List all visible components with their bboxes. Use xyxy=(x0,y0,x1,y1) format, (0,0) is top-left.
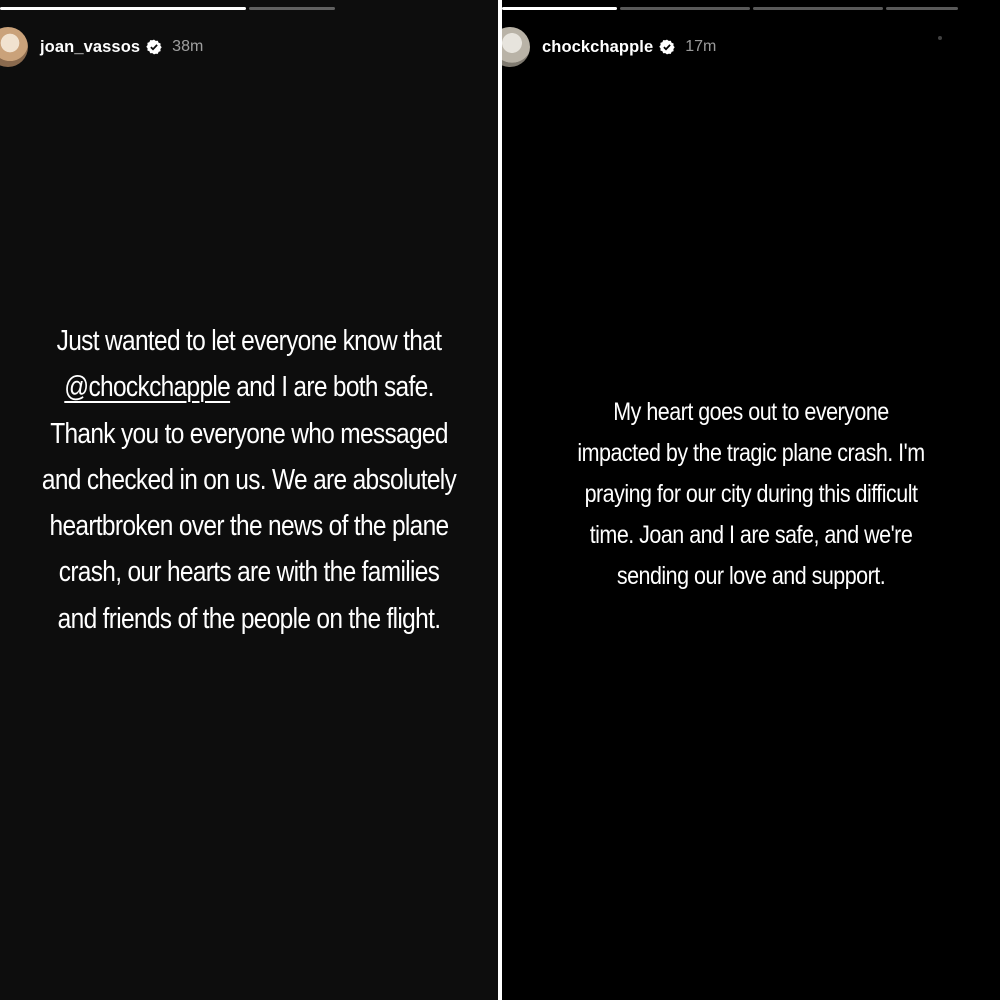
more-options-icon[interactable] xyxy=(938,36,942,40)
caption-line: My heart goes out to everyone xyxy=(613,398,889,426)
story-progress-bar xyxy=(0,7,498,10)
story-header: joan_vassos 38m xyxy=(0,26,498,68)
caption-line: Just wanted to let everyone know that xyxy=(56,325,442,357)
progress-segment xyxy=(886,7,958,10)
story-caption: Just wanted to let everyone know that @c… xyxy=(8,318,490,642)
caption-line: sending our love and support. xyxy=(616,562,886,590)
caption-line: praying for our city during this difficu… xyxy=(584,480,918,508)
post-time: 17m xyxy=(685,38,717,55)
caption-line: time. Joan and I are safe, and we're xyxy=(589,521,913,549)
caption-line: and checked in on us. We are absolutely xyxy=(41,463,457,496)
caption-line: and friends of the people on the flight. xyxy=(57,602,441,635)
caption-line: @chockchapple and I are both safe. xyxy=(8,364,490,410)
progress-segment xyxy=(620,7,750,10)
avatar[interactable] xyxy=(0,27,28,67)
caption-line: crash, our hearts are with the families xyxy=(58,556,440,589)
mention-link[interactable]: @chockchapple xyxy=(64,371,231,403)
username[interactable]: chockchapple xyxy=(542,38,653,57)
caption-text: and I are both safe. xyxy=(230,371,434,404)
post-time: 38m xyxy=(172,38,204,55)
story-caption: My heart goes out to everyone impacted b… xyxy=(545,392,958,597)
verified-badge-icon xyxy=(659,39,675,55)
progress-segment xyxy=(0,7,246,10)
username[interactable]: joan_vassos xyxy=(40,38,140,57)
avatar[interactable] xyxy=(502,27,530,67)
story-progress-bar xyxy=(502,7,1000,10)
caption-line: Thank you to everyone who messaged xyxy=(50,417,448,450)
story-joan-vassos[interactable]: joan_vassos 38m Just wanted to let every… xyxy=(0,0,498,1000)
progress-segment xyxy=(502,7,617,10)
story-chockchapple[interactable]: chockchapple 17m My heart goes out to ev… xyxy=(502,0,1000,1000)
verified-badge-icon xyxy=(146,39,162,55)
caption-line: impacted by the tragic plane crash. I'm xyxy=(577,439,925,467)
progress-segment xyxy=(753,7,883,10)
progress-segment xyxy=(249,7,335,10)
story-header: chockchapple 17m xyxy=(502,26,1000,68)
caption-line: heartbroken over the news of the plane xyxy=(49,510,450,543)
